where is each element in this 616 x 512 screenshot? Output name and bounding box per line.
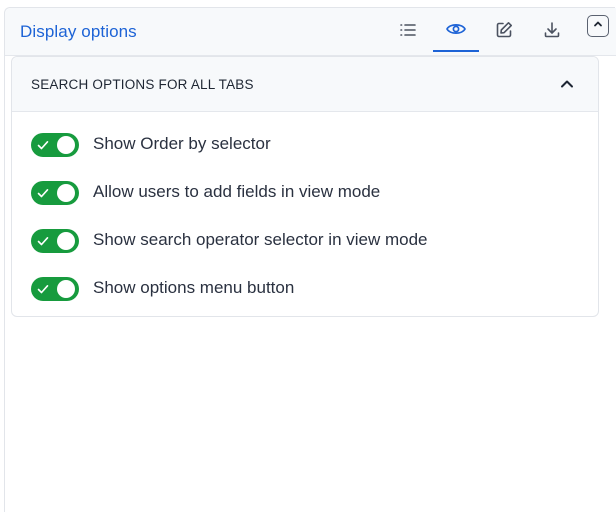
toggle-knob — [57, 184, 75, 202]
check-icon — [37, 236, 49, 246]
search-options-section: SEARCH OPTIONS FOR ALL TABS Show Order b… — [11, 56, 599, 317]
section-header[interactable]: SEARCH OPTIONS FOR ALL TABS — [12, 57, 598, 112]
list-view-button[interactable] — [385, 8, 431, 52]
option-order-by-selector: Show Order by selector — [31, 131, 591, 157]
eye-icon — [445, 19, 467, 39]
edit-icon — [494, 20, 514, 40]
order-by-selector-toggle[interactable] — [31, 133, 79, 157]
chevron-up-icon — [592, 17, 604, 35]
option-label: Show search operator selector in view mo… — [93, 230, 428, 249]
collapse-panel-button[interactable] — [587, 15, 609, 37]
check-icon — [37, 284, 49, 294]
download-button[interactable] — [529, 8, 575, 52]
add-fields-toggle[interactable] — [31, 181, 79, 205]
toggle-knob — [57, 136, 75, 154]
search-operator-toggle[interactable] — [31, 229, 79, 253]
check-icon — [37, 188, 49, 198]
option-search-operator-selector: Show search operator selector in view mo… — [31, 227, 591, 253]
panel-header: Display options — [5, 8, 616, 56]
edit-button[interactable] — [481, 8, 527, 52]
option-options-menu-button: Show options menu button — [31, 275, 591, 301]
chevron-up-icon[interactable] — [558, 75, 576, 93]
toggle-knob — [57, 232, 75, 250]
check-icon — [37, 140, 49, 150]
option-label: Show Order by selector — [93, 134, 271, 153]
option-label: Show options menu button — [93, 278, 295, 297]
display-options-tab[interactable] — [433, 8, 479, 52]
toggle-knob — [57, 280, 75, 298]
panel-title: Display options — [20, 22, 137, 41]
option-add-fields-view-mode: Allow users to add fields in view mode — [31, 179, 591, 205]
list-icon — [398, 20, 418, 40]
option-label: Allow users to add fields in view mode — [93, 182, 381, 201]
options-menu-toggle[interactable] — [31, 277, 79, 301]
section-title: SEARCH OPTIONS FOR ALL TABS — [31, 77, 254, 92]
download-icon — [542, 20, 562, 40]
